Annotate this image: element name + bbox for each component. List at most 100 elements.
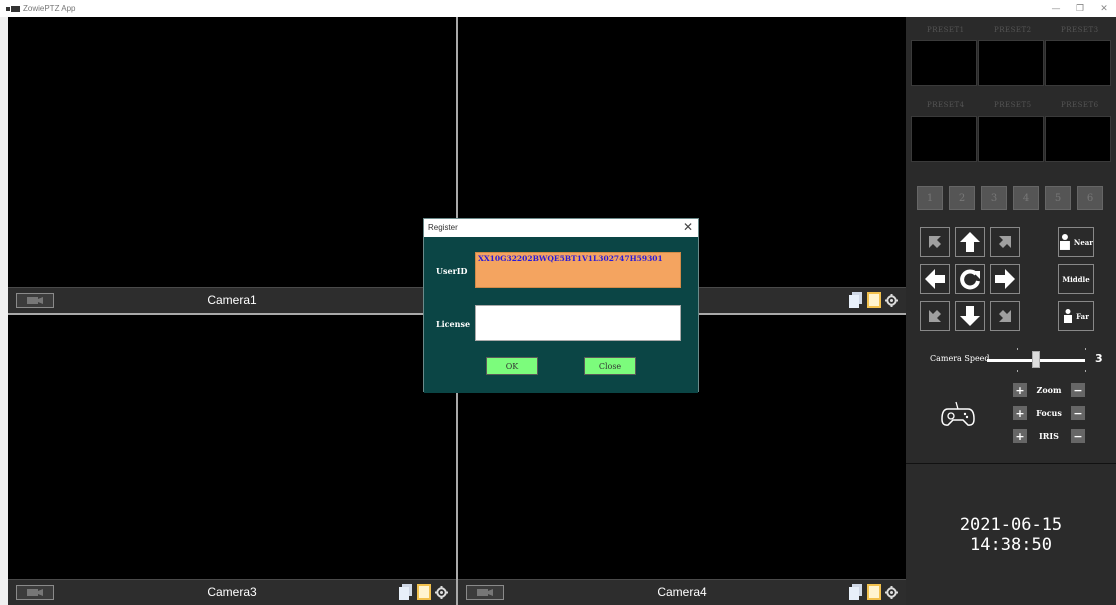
preset-number-button-3[interactable]: 3 bbox=[981, 186, 1007, 210]
arrow-down-left-icon bbox=[929, 310, 941, 322]
slider-tick bbox=[1085, 370, 1086, 372]
dialog-close-icon[interactable]: ✕ bbox=[683, 220, 693, 234]
preset-number-button-6[interactable]: 6 bbox=[1077, 186, 1103, 210]
copy-icon[interactable] bbox=[849, 584, 863, 600]
arrow-up-icon bbox=[960, 232, 980, 252]
zoom-in-button[interactable]: + bbox=[1013, 383, 1027, 397]
focus-near-label: Near bbox=[1073, 237, 1093, 247]
preset-number-button-2[interactable]: 2 bbox=[949, 186, 975, 210]
camera-bar: Camera4 bbox=[458, 579, 906, 605]
preset-grid: PRESET1 PRESET2 PRESET3 PRESET4 PRESET5 … bbox=[911, 22, 1114, 176]
close-window-button[interactable]: ✕ bbox=[1092, 0, 1116, 17]
preset-slot-2[interactable] bbox=[978, 40, 1044, 86]
iris-row: + IRIS − bbox=[1013, 428, 1085, 444]
slider-tick bbox=[1085, 348, 1086, 350]
preset-slot-6[interactable] bbox=[1045, 116, 1111, 162]
zoom-label: Zoom bbox=[1036, 385, 1062, 395]
gear-icon[interactable] bbox=[435, 585, 448, 599]
camera-tools bbox=[399, 584, 448, 600]
slider-tick bbox=[1017, 348, 1018, 350]
copy-icon[interactable] bbox=[849, 292, 863, 308]
home-reset-button[interactable] bbox=[955, 264, 985, 294]
dialog-title-bar: Register ✕ bbox=[424, 219, 698, 237]
gamepad-icon[interactable] bbox=[941, 401, 975, 427]
zoom-row: + Zoom − bbox=[1013, 382, 1085, 398]
restore-button[interactable]: ❐ bbox=[1068, 0, 1092, 17]
preset-label-4: PRESET4 bbox=[927, 101, 965, 109]
arrow-up-left-icon bbox=[929, 236, 941, 248]
camera-tools bbox=[849, 292, 898, 308]
snapshot-folder-icon[interactable] bbox=[867, 584, 881, 600]
preset-label-3: PRESET3 bbox=[1061, 26, 1099, 34]
pan-up-left-button[interactable] bbox=[920, 227, 950, 257]
preset-number-button-1[interactable]: 1 bbox=[917, 186, 943, 210]
preset-slot-1[interactable] bbox=[911, 40, 977, 86]
iris-close-button[interactable]: − bbox=[1071, 429, 1085, 443]
tilt-up-button[interactable] bbox=[955, 227, 985, 257]
preset-number-button-4[interactable]: 4 bbox=[1013, 186, 1039, 210]
gear-icon[interactable] bbox=[885, 585, 898, 599]
camera-bar: Camera1 bbox=[8, 287, 456, 313]
register-dialog: Register ✕ UserID XX10G32202BWQE5BT1V1L3… bbox=[423, 218, 699, 393]
focus-far-label: Far bbox=[1076, 311, 1089, 321]
focus-middle-label: Middle bbox=[1062, 274, 1090, 284]
snapshot-folder-icon[interactable] bbox=[867, 292, 881, 308]
camera-speed-control: Camera Speed 3 bbox=[925, 348, 1110, 372]
camera-speed-label: Camera Speed bbox=[930, 354, 990, 363]
zoom-out-button[interactable]: − bbox=[1071, 383, 1085, 397]
focus-near-button[interactable]: Near bbox=[1058, 227, 1094, 257]
dialog-close-button[interactable]: Close bbox=[584, 357, 636, 375]
pan-right-button[interactable] bbox=[990, 264, 1020, 294]
focus-out-button[interactable]: − bbox=[1071, 406, 1085, 420]
window-controls: — ❐ ✕ bbox=[1044, 0, 1116, 17]
person-small-icon bbox=[1064, 309, 1073, 323]
userid-field[interactable]: XX10G32202BWQE5BT1V1L302747H59301 bbox=[475, 252, 681, 288]
arrow-up-right-icon bbox=[999, 236, 1011, 248]
camera-view-3[interactable]: Camera3 bbox=[8, 315, 456, 605]
dialog-body: UserID XX10G32202BWQE5BT1V1L302747H59301… bbox=[424, 237, 698, 393]
arrow-down-icon bbox=[960, 306, 980, 326]
app-logo-icon bbox=[6, 5, 20, 13]
pan-left-button[interactable] bbox=[920, 264, 950, 294]
app-title: ZowiePTZ App bbox=[23, 4, 76, 13]
focus-far-button[interactable]: Far bbox=[1058, 301, 1094, 331]
focus-in-button[interactable]: + bbox=[1013, 406, 1027, 420]
camera-bar: Camera3 bbox=[8, 579, 456, 605]
preset-number-buttons: 1 2 3 4 5 6 bbox=[917, 186, 1103, 210]
camera-name: Camera4 bbox=[657, 585, 707, 599]
arrow-down-right-icon bbox=[999, 310, 1011, 322]
preset-slot-5[interactable] bbox=[978, 116, 1044, 162]
minimize-button[interactable]: — bbox=[1044, 0, 1068, 17]
license-label: License bbox=[436, 319, 471, 329]
preset-slot-3[interactable] bbox=[1045, 40, 1111, 86]
iris-open-button[interactable]: + bbox=[1013, 429, 1027, 443]
dialog-title: Register bbox=[428, 223, 458, 232]
gear-icon[interactable] bbox=[885, 293, 898, 307]
pan-down-left-button[interactable] bbox=[920, 301, 950, 331]
pan-up-right-button[interactable] bbox=[990, 227, 1020, 257]
slider-tick bbox=[1017, 370, 1018, 372]
clock-time: 14:38:50 bbox=[970, 535, 1052, 555]
preset-label-2: PRESET2 bbox=[994, 26, 1032, 34]
tilt-down-button[interactable] bbox=[955, 301, 985, 331]
arrow-left-icon bbox=[925, 269, 945, 289]
preset-label-1: PRESET1 bbox=[927, 26, 965, 34]
clock-date: 2021-06-15 bbox=[959, 515, 1063, 535]
copy-icon[interactable] bbox=[399, 584, 413, 600]
preset-number-button-5[interactable]: 5 bbox=[1045, 186, 1071, 210]
camera-speed-value: 3 bbox=[1095, 352, 1103, 365]
snapshot-folder-icon[interactable] bbox=[417, 584, 431, 600]
focus-row: + Focus − bbox=[1013, 405, 1085, 421]
camera-speed-slider-thumb[interactable] bbox=[1032, 351, 1040, 368]
focus-middle-button[interactable]: Middle bbox=[1058, 264, 1094, 294]
iris-label: IRIS bbox=[1039, 431, 1059, 441]
person-large-icon bbox=[1059, 234, 1070, 250]
camera-view-1[interactable]: Camera1 bbox=[8, 17, 456, 313]
ok-button[interactable]: OK bbox=[486, 357, 538, 375]
pan-down-right-button[interactable] bbox=[990, 301, 1020, 331]
camera-name: Camera3 bbox=[207, 585, 257, 599]
license-input[interactable] bbox=[475, 305, 681, 341]
preset-slot-4[interactable] bbox=[911, 116, 977, 162]
preset-label-6: PRESET6 bbox=[1061, 101, 1099, 109]
clock-panel: 2021-06-15 14:38:50 bbox=[906, 463, 1116, 605]
